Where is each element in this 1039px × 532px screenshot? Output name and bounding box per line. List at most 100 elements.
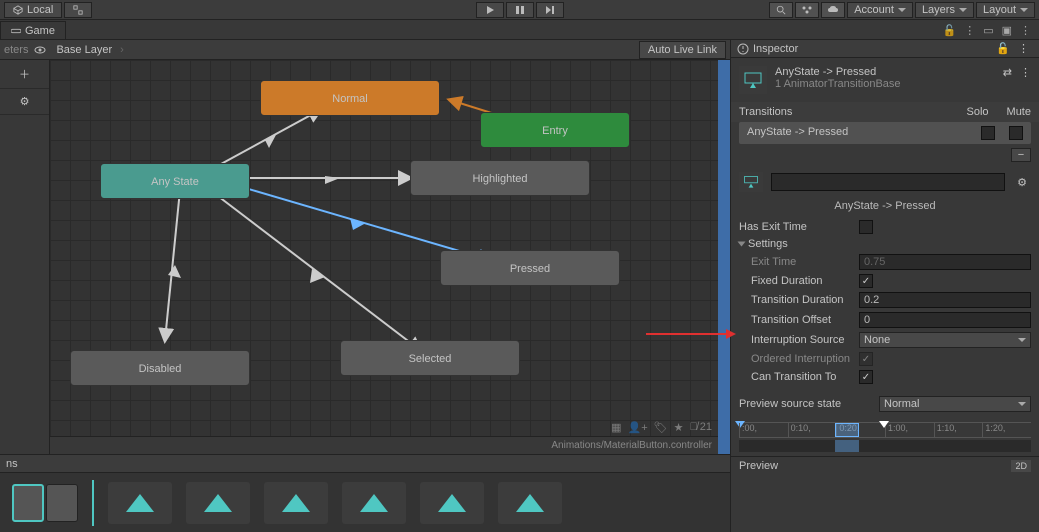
clip-item[interactable] xyxy=(186,482,250,524)
play-icon xyxy=(516,494,544,512)
remove-transition-button[interactable]: − xyxy=(1011,148,1031,162)
2d-toggle[interactable]: 2D xyxy=(1011,460,1031,472)
step-button[interactable] xyxy=(536,2,564,18)
star-icon[interactable]: ★ xyxy=(674,421,684,434)
timeline-tick: :00, xyxy=(739,423,788,437)
state-any-state[interactable]: Any State xyxy=(100,163,250,199)
maximize-icon[interactable]: ▣ xyxy=(998,22,1016,39)
step-icon xyxy=(545,5,555,15)
clip-item[interactable] xyxy=(498,482,562,524)
kebab-icon[interactable]: ⋮ xyxy=(1014,42,1033,55)
clip-thumb[interactable] xyxy=(46,484,78,522)
transition-duration-field[interactable] xyxy=(859,292,1031,308)
play-button[interactable] xyxy=(476,2,504,18)
transition-offset-field[interactable] xyxy=(859,312,1031,328)
settings-label: Settings xyxy=(748,238,788,250)
preview-source-state-select[interactable]: Normal xyxy=(879,396,1031,412)
transition-timeline[interactable]: :00, 0:10, 0:20, 1:00, 1:10, 1:20, xyxy=(739,422,1031,452)
preview-label: Preview xyxy=(739,460,778,472)
preset-icon[interactable]: ⇄ xyxy=(1003,66,1012,79)
local-label: Local xyxy=(27,4,53,16)
layers-dropdown[interactable]: Layers xyxy=(915,2,974,18)
state-selected[interactable]: Selected xyxy=(340,340,520,376)
snap-icon[interactable]: ▦ xyxy=(611,421,621,434)
solo-checkbox[interactable] xyxy=(981,126,995,140)
clip-item[interactable] xyxy=(420,482,484,524)
scrollbar[interactable] xyxy=(718,60,730,454)
add-layer-button[interactable]: ＋ xyxy=(0,60,49,89)
state-highlighted[interactable]: Highlighted xyxy=(410,160,590,196)
transition-name-field[interactable] xyxy=(771,173,1005,191)
inspector-tab-label[interactable]: Inspector xyxy=(749,43,798,55)
play-icon xyxy=(126,494,154,512)
can-transition-to-checkbox[interactable] xyxy=(859,370,873,384)
play-icon xyxy=(204,494,232,512)
ordered-interruption-checkbox[interactable] xyxy=(859,352,873,366)
state-normal[interactable]: Normal xyxy=(260,80,440,116)
tab-game-label: Game xyxy=(25,25,55,37)
menu-dots-icon[interactable]: ⋮ xyxy=(1016,22,1035,39)
transition-list-row[interactable]: AnyState -> Pressed xyxy=(739,122,1031,144)
minimize-icon[interactable]: ▭ xyxy=(979,22,997,39)
timeline-tick: 1:00, xyxy=(885,423,934,437)
tab-game[interactable]: Game xyxy=(0,21,66,39)
caret-down-icon xyxy=(959,8,967,12)
state-entry[interactable]: Entry xyxy=(480,112,630,148)
kebab-icon[interactable]: ⋮ xyxy=(1020,66,1031,79)
animator-header: eters Base Layer › Auto Live Link xyxy=(0,40,730,60)
state-pressed[interactable]: Pressed xyxy=(440,250,620,286)
clip-item[interactable] xyxy=(108,482,172,524)
animator-graph[interactable]: Normal Entry Any State Highlighted Press… xyxy=(50,60,718,454)
eye-icon[interactable] xyxy=(34,44,46,56)
state-disabled[interactable]: Disabled xyxy=(70,350,250,386)
cloud-button[interactable] xyxy=(821,2,845,18)
clip-thumb[interactable] xyxy=(12,484,44,522)
pause-button[interactable] xyxy=(506,2,534,18)
transitions-label: Transitions xyxy=(739,106,792,118)
tag-icon[interactable]: 🏷 xyxy=(654,421,668,434)
visibility-toggle[interactable]: 👁̸21 xyxy=(690,421,713,433)
transition-segment[interactable] xyxy=(835,440,859,452)
fixed-duration-label: Fixed Duration xyxy=(739,275,859,287)
solo-label: Solo xyxy=(967,106,989,118)
transition-range[interactable] xyxy=(835,423,859,437)
pivot-icon xyxy=(73,5,83,15)
cube-icon xyxy=(13,5,23,15)
transition-duration-label: Transition Duration xyxy=(739,294,859,306)
local-button[interactable]: Local xyxy=(4,2,62,18)
search-button[interactable] xyxy=(769,2,793,18)
transition-subtitle: 1 AnimatorTransitionBase xyxy=(775,78,995,90)
clip-item[interactable] xyxy=(342,482,406,524)
settings-foldout[interactable] xyxy=(738,242,746,247)
mute-checkbox[interactable] xyxy=(1009,126,1023,140)
kebab-icon[interactable]: ⋮ xyxy=(960,22,979,39)
lock-icon[interactable]: 🔓 xyxy=(938,22,960,39)
breadcrumb-base-layer[interactable]: Base Layer xyxy=(52,44,116,56)
asset-path: Animations/MaterialButton.controller xyxy=(551,440,712,451)
play-icon xyxy=(282,494,310,512)
graph-status-bar: ▦ 👤+ 🏷 ★ 👁̸21 xyxy=(605,418,718,436)
layer-settings-button[interactable]: ⚙ xyxy=(0,89,49,115)
exit-time-field[interactable] xyxy=(859,254,1031,270)
annotation-arrow xyxy=(646,326,736,342)
timeline-tick: 0:10, xyxy=(788,423,837,437)
clip-item[interactable] xyxy=(264,482,328,524)
settings-gear-button[interactable]: ⚙ xyxy=(1013,176,1031,189)
playhead-end[interactable] xyxy=(879,421,889,428)
layout-dropdown[interactable]: Layout xyxy=(976,2,1035,18)
transition-title: AnyState -> Pressed xyxy=(775,66,995,78)
inspector-title: AnyState -> Pressed 1 AnimatorTransition… xyxy=(731,58,1039,102)
inspector-icon xyxy=(737,43,749,55)
layers-sidebar: ＋ ⚙ xyxy=(0,60,50,454)
account-dropdown[interactable]: Account xyxy=(847,2,913,18)
collab-button[interactable] xyxy=(795,2,819,18)
profile-icon[interactable]: 👤+ xyxy=(628,421,648,434)
has-exit-time-checkbox[interactable] xyxy=(859,220,873,234)
auto-live-link-button[interactable]: Auto Live Link xyxy=(639,41,726,59)
fixed-duration-checkbox[interactable] xyxy=(859,274,873,288)
lock-icon[interactable]: 🔓 xyxy=(992,42,1014,55)
interruption-source-select[interactable]: None xyxy=(859,332,1031,348)
pivot-button[interactable] xyxy=(64,2,92,18)
bottom-header-label: ns xyxy=(6,458,18,470)
search-icon xyxy=(776,5,786,15)
